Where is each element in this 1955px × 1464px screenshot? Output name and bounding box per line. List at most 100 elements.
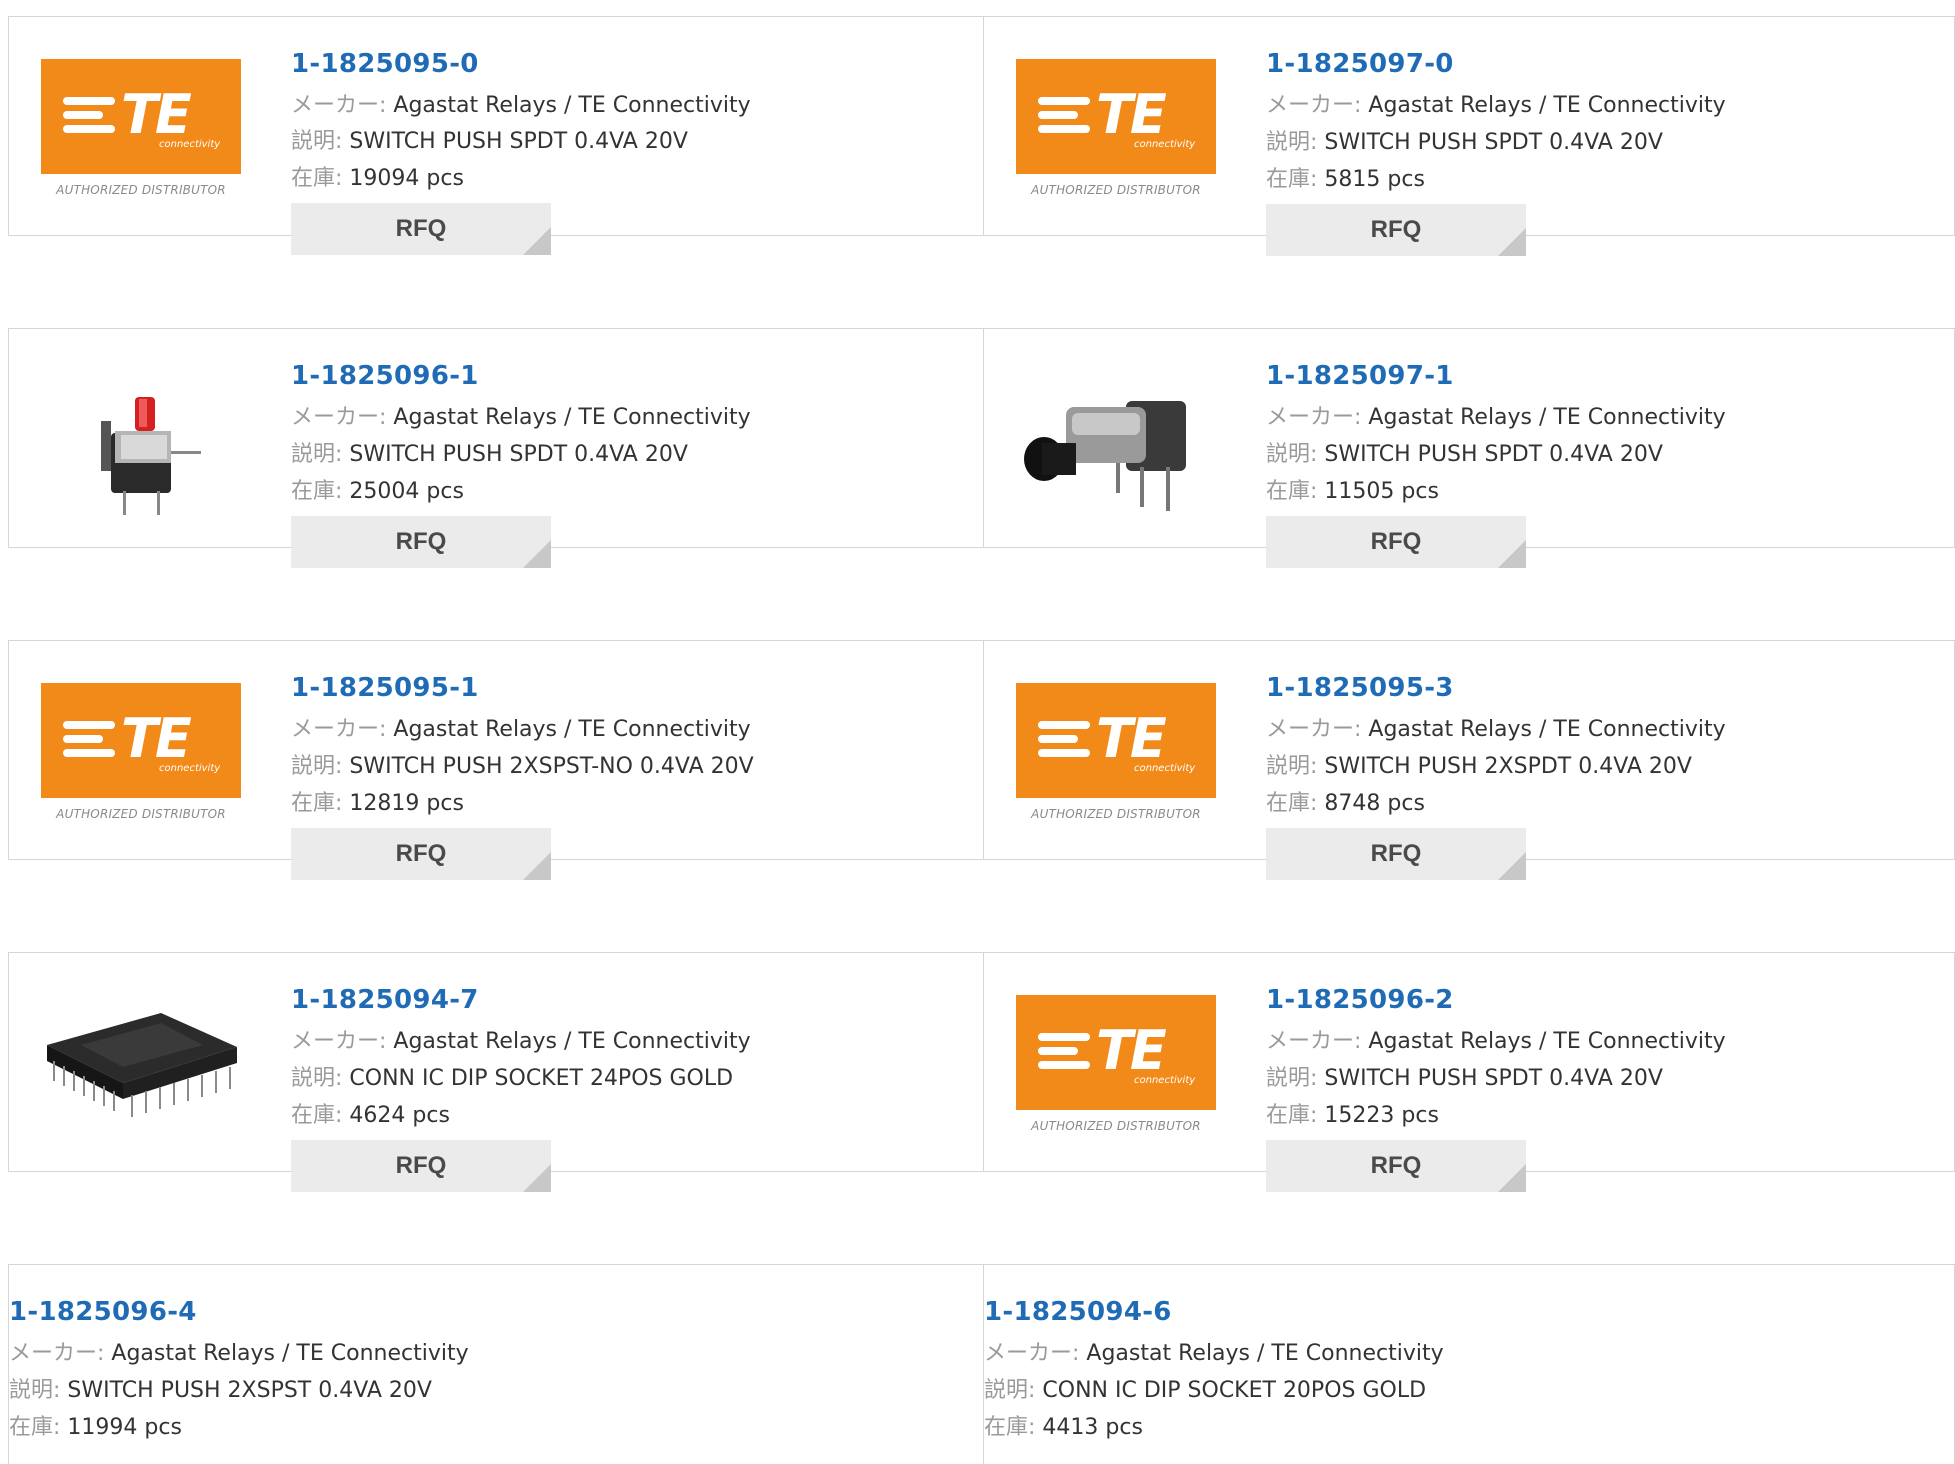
corner-triangle-icon [1498, 1164, 1526, 1192]
corner-triangle-icon [1498, 540, 1526, 568]
desc-label: 説明: [291, 754, 343, 779]
product-image[interactable] [41, 371, 241, 521]
stock-label: 在庫: [1266, 1103, 1318, 1128]
desc-label: 説明: [9, 1378, 61, 1403]
maker-value: Agastat Relays / TE Connectivity [1086, 1341, 1444, 1366]
desc-label: 説明: [291, 442, 343, 467]
rfq-button[interactable]: RFQ [1266, 1140, 1526, 1192]
desc-value: SWITCH PUSH SPDT 0.4VA 20V [349, 442, 688, 467]
desc-value: SWITCH PUSH SPDT 0.4VA 20V [1324, 1066, 1663, 1091]
corner-triangle-icon [523, 540, 551, 568]
stock-label: 在庫: [1266, 791, 1318, 816]
product-image[interactable]: TE connectivity AUTHORIZED DISTRIBUTOR [41, 59, 241, 209]
stock-value: 8748 pcs [1324, 791, 1425, 816]
product-image[interactable]: TE connectivity AUTHORIZED DISTRIBUTOR [1016, 995, 1216, 1145]
desc-label: 説明: [1266, 754, 1318, 779]
stock-value: 25004 pcs [349, 479, 464, 504]
part-number-link[interactable]: 1-1825095-0 [291, 47, 751, 81]
maker-value: Agastat Relays / TE Connectivity [393, 405, 751, 430]
red-push-switch-image [41, 371, 241, 521]
corner-triangle-icon [1498, 852, 1526, 880]
desc-label: 説明: [291, 129, 343, 154]
maker-value: Agastat Relays / TE Connectivity [393, 93, 751, 118]
black-push-switch-image [1016, 371, 1216, 521]
corner-triangle-icon [1498, 228, 1526, 256]
maker-value: Agastat Relays / TE Connectivity [1368, 717, 1726, 742]
product-card: 1-1825094-6 メーカー: Agastat Relays / TE Co… [984, 1264, 1955, 1464]
maker-label: メーカー: [1266, 405, 1362, 430]
stock-label: 在庫: [9, 1415, 61, 1440]
maker-value: Agastat Relays / TE Connectivity [1368, 1029, 1726, 1054]
part-number-link[interactable]: 1-1825095-1 [291, 671, 754, 705]
product-card: 1-1825094-7 メーカー: Agastat Relays / TE Co… [8, 952, 984, 1192]
maker-label: メーカー: [1266, 93, 1362, 118]
rfq-button[interactable]: RFQ [1266, 516, 1526, 568]
part-number-link[interactable]: 1-1825094-7 [291, 983, 751, 1017]
te-logo: TE connectivity AUTHORIZED DISTRIBUTOR [1016, 59, 1216, 209]
desc-value: SWITCH PUSH SPDT 0.4VA 20V [1324, 442, 1663, 467]
te-logo: TE connectivity AUTHORIZED DISTRIBUTOR [1016, 683, 1216, 833]
part-number-link[interactable]: 1-1825097-1 [1266, 359, 1726, 393]
stock-value: 11505 pcs [1324, 479, 1439, 504]
rfq-button[interactable]: RFQ [291, 516, 551, 568]
stock-value: 4624 pcs [349, 1103, 450, 1128]
stock-label: 在庫: [1266, 167, 1318, 192]
product-card: 1-1825097-1 メーカー: Agastat Relays / TE Co… [984, 328, 1955, 568]
te-logo: TE connectivity AUTHORIZED DISTRIBUTOR [41, 59, 241, 209]
stock-label: 在庫: [984, 1415, 1036, 1440]
desc-value: SWITCH PUSH 2XSPST-NO 0.4VA 20V [349, 754, 754, 779]
maker-label: メーカー: [1266, 717, 1362, 742]
product-card: TE connectivity AUTHORIZED DISTRIBUTOR 1… [984, 640, 1955, 880]
stock-label: 在庫: [1266, 479, 1318, 504]
part-number-link[interactable]: 1-1825096-2 [1266, 983, 1726, 1017]
rfq-button[interactable]: RFQ [291, 828, 551, 880]
desc-value: SWITCH PUSH SPDT 0.4VA 20V [1324, 130, 1663, 155]
product-image[interactable] [1016, 371, 1216, 521]
desc-value: CONN IC DIP SOCKET 20POS GOLD [1042, 1378, 1427, 1403]
maker-label: メーカー: [291, 405, 387, 430]
maker-value: Agastat Relays / TE Connectivity [111, 1341, 469, 1366]
rfq-button[interactable]: RFQ [291, 203, 551, 255]
maker-label: メーカー: [984, 1341, 1080, 1366]
maker-value: Agastat Relays / TE Connectivity [1368, 405, 1726, 430]
product-card: TE connectivity AUTHORIZED DISTRIBUTOR 1… [984, 952, 1955, 1192]
corner-triangle-icon [523, 227, 551, 255]
part-number-link[interactable]: 1-1825096-4 [9, 1295, 469, 1329]
rfq-button[interactable]: RFQ [291, 1140, 551, 1192]
corner-triangle-icon [523, 852, 551, 880]
product-image[interactable]: TE connectivity AUTHORIZED DISTRIBUTOR [41, 683, 241, 833]
stock-label: 在庫: [291, 791, 343, 816]
product-image[interactable]: TE connectivity AUTHORIZED DISTRIBUTOR [1016, 59, 1216, 209]
part-number-link[interactable]: 1-1825094-6 [984, 1295, 1444, 1329]
desc-label: 説明: [1266, 130, 1318, 155]
desc-label: 説明: [291, 1066, 343, 1091]
product-image[interactable]: TE connectivity AUTHORIZED DISTRIBUTOR [1016, 683, 1216, 833]
desc-label: 説明: [1266, 442, 1318, 467]
product-row: TE connectivity AUTHORIZED DISTRIBUTOR 1… [8, 16, 1955, 256]
rfq-button[interactable]: RFQ [1266, 204, 1526, 256]
stock-value: 15223 pcs [1324, 1103, 1439, 1128]
stock-value: 11994 pcs [67, 1415, 182, 1440]
dip-socket-image [41, 995, 241, 1145]
product-row: 1-1825096-4 メーカー: Agastat Relays / TE Co… [8, 1264, 1955, 1464]
stock-value: 19094 pcs [349, 166, 464, 191]
part-number-link[interactable]: 1-1825095-3 [1266, 671, 1726, 705]
te-logo: TE connectivity AUTHORIZED DISTRIBUTOR [1016, 995, 1216, 1145]
stock-value: 5815 pcs [1324, 167, 1425, 192]
product-card: TE connectivity AUTHORIZED DISTRIBUTOR 1… [8, 640, 984, 880]
maker-label: メーカー: [9, 1341, 105, 1366]
product-image[interactable] [41, 995, 241, 1145]
part-number-link[interactable]: 1-1825097-0 [1266, 47, 1726, 81]
product-card: TE connectivity AUTHORIZED DISTRIBUTOR 1… [984, 16, 1955, 256]
desc-label: 説明: [984, 1378, 1036, 1403]
maker-label: メーカー: [291, 717, 387, 742]
rfq-button[interactable]: RFQ [1266, 828, 1526, 880]
product-card: 1-1825096-4 メーカー: Agastat Relays / TE Co… [8, 1264, 984, 1464]
maker-value: Agastat Relays / TE Connectivity [1368, 93, 1726, 118]
product-row: 1-1825096-1 メーカー: Agastat Relays / TE Co… [8, 328, 1955, 568]
maker-value: Agastat Relays / TE Connectivity [393, 717, 751, 742]
maker-value: Agastat Relays / TE Connectivity [393, 1029, 751, 1054]
part-number-link[interactable]: 1-1825096-1 [291, 359, 751, 393]
desc-value: SWITCH PUSH SPDT 0.4VA 20V [349, 129, 688, 154]
product-card: 1-1825096-1 メーカー: Agastat Relays / TE Co… [8, 328, 984, 568]
